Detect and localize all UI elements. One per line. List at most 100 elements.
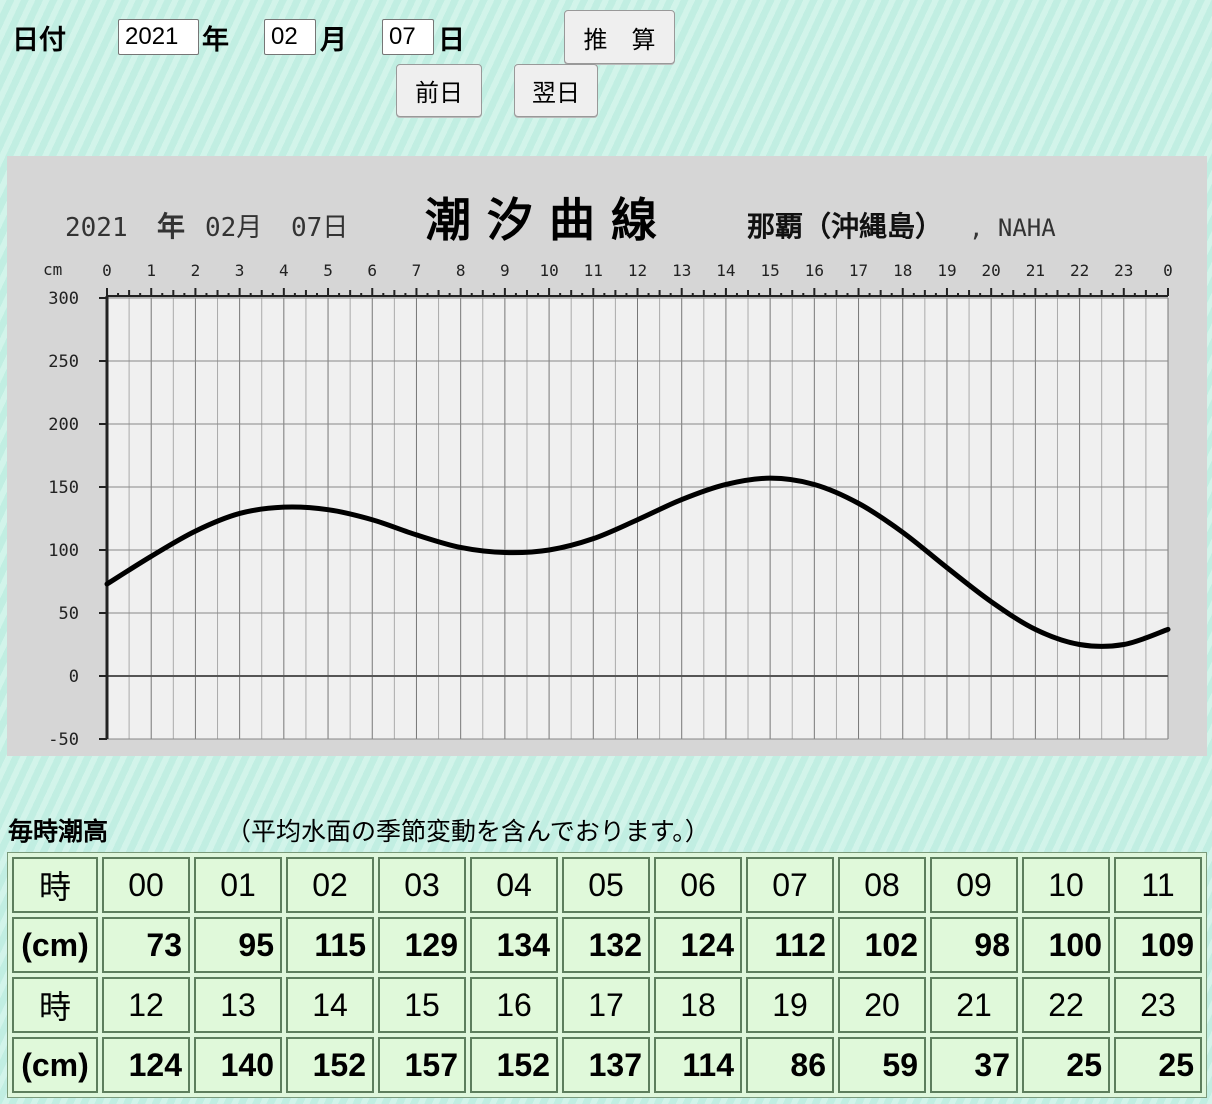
x-tick-label: 13 [672, 261, 691, 280]
hourly-tide-table: 時 00 01 02 03 04 05 06 07 08 09 10 11 (c… [7, 852, 1207, 1098]
hour-cell: 11 [1114, 857, 1202, 913]
day-unit: 日 [438, 25, 465, 56]
x-tick-label: 2 [191, 261, 201, 280]
y-tick-label: 50 [59, 604, 79, 624]
hour-row-header: 時 [12, 977, 98, 1033]
unit-row-header: (cm) [12, 917, 98, 973]
chart-date-month: 02月 [205, 213, 262, 243]
chart-location-en: , NAHA [969, 214, 1056, 242]
hour-cell: 05 [562, 857, 650, 913]
value-cell: 157 [378, 1037, 466, 1093]
value-cell: 25 [1022, 1037, 1110, 1093]
hour-cell: 00 [102, 857, 190, 913]
hour-row-1: 時 00 01 02 03 04 05 06 07 08 09 10 11 [12, 857, 1202, 913]
x-tick-label: 10 [539, 261, 558, 280]
value-cell: 112 [746, 917, 834, 973]
day-input[interactable] [382, 19, 434, 55]
tide-chart-panel: 2021 年 02月 07日 潮 汐 曲 線 那覇（沖縄島） , NAHA cm… [7, 156, 1207, 756]
hour-cell: 03 [378, 857, 466, 913]
value-cell: 132 [562, 917, 650, 973]
year-unit: 年 [202, 25, 229, 56]
x-tick-label: 6 [367, 261, 377, 280]
chart-location: 那覇（沖縄島） [747, 210, 943, 243]
y-tick-label: 0 [69, 667, 79, 687]
hour-cell: 02 [286, 857, 374, 913]
chart-date-day: 07日 [291, 213, 348, 243]
unit-row-header: (cm) [12, 1037, 98, 1093]
hour-cell: 07 [746, 857, 834, 913]
chart-date-year-unit: 年 [157, 210, 185, 243]
chart-title: 潮 汐 曲 線 [425, 193, 657, 247]
chart-date-year: 2021 [65, 213, 128, 243]
hour-cell: 09 [930, 857, 1018, 913]
hour-cell: 10 [1022, 857, 1110, 913]
value-row-2: (cm) 124 140 152 157 152 137 114 86 59 3… [12, 1037, 1202, 1093]
hourly-tide-title: 毎時潮高 [8, 817, 109, 846]
hour-cell: 15 [378, 977, 466, 1033]
hour-cell: 08 [838, 857, 926, 913]
y-unit-label: cm [43, 260, 62, 279]
x-tick-label: 5 [323, 261, 333, 280]
value-row-1: (cm) 73 95 115 129 134 132 124 112 102 9… [12, 917, 1202, 973]
x-tick-label: 9 [500, 261, 510, 280]
hour-row-header: 時 [12, 857, 98, 913]
x-tick-label: 7 [412, 261, 422, 280]
value-cell: 109 [1114, 917, 1202, 973]
x-tick-label: 8 [456, 261, 466, 280]
value-cell: 86 [746, 1037, 834, 1093]
y-tick-label: 150 [48, 478, 79, 498]
value-cell: 124 [654, 917, 742, 973]
value-cell: 114 [654, 1037, 742, 1093]
tide-chart: 2021 年 02月 07日 潮 汐 曲 線 那覇（沖縄島） , NAHA cm… [7, 156, 1207, 756]
x-tick-label: 0 [102, 261, 112, 280]
x-tick-label: 16 [805, 261, 824, 280]
hour-cell: 04 [470, 857, 558, 913]
x-tick-label: 17 [849, 261, 868, 280]
y-tick-label: 250 [48, 352, 79, 372]
value-cell: 37 [930, 1037, 1018, 1093]
hour-cell: 21 [930, 977, 1018, 1033]
value-cell: 124 [102, 1037, 190, 1093]
hour-cell: 13 [194, 977, 282, 1033]
y-tick-label: 200 [48, 415, 79, 435]
value-cell: 129 [378, 917, 466, 973]
x-tick-label: 0 [1163, 261, 1173, 280]
previous-day-button[interactable]: 前日 [396, 64, 482, 117]
value-cell: 115 [286, 917, 374, 973]
x-tick-label: 23 [1114, 261, 1133, 280]
x-tick-label: 18 [893, 261, 912, 280]
hour-cell: 19 [746, 977, 834, 1033]
value-cell: 137 [562, 1037, 650, 1093]
value-cell: 134 [470, 917, 558, 973]
x-tick-label: 4 [279, 261, 289, 280]
x-tick-label: 15 [760, 261, 779, 280]
y-tick-label: 100 [48, 541, 79, 561]
month-unit: 月 [320, 25, 347, 56]
month-input[interactable] [264, 19, 316, 55]
value-cell: 95 [194, 917, 282, 973]
x-tick-label: 14 [716, 261, 735, 280]
x-tick-label: 12 [628, 261, 647, 280]
value-cell: 59 [838, 1037, 926, 1093]
hour-cell: 20 [838, 977, 926, 1033]
x-tick-label: 19 [937, 261, 956, 280]
value-cell: 152 [286, 1037, 374, 1093]
value-cell: 140 [194, 1037, 282, 1093]
x-tick-label: 20 [982, 261, 1001, 280]
calculate-button[interactable]: 推 算 [564, 10, 675, 64]
x-tick-label: 22 [1070, 261, 1089, 280]
hour-cell: 23 [1114, 977, 1202, 1033]
hour-cell: 18 [654, 977, 742, 1033]
next-day-button[interactable]: 翌日 [514, 64, 598, 117]
x-tick-label: 1 [146, 261, 156, 280]
value-cell: 102 [838, 917, 926, 973]
value-cell: 152 [470, 1037, 558, 1093]
hour-row-2: 時 12 13 14 15 16 17 18 19 20 21 22 23 [12, 977, 1202, 1033]
year-input[interactable] [118, 19, 199, 55]
value-cell: 100 [1022, 917, 1110, 973]
hour-cell: 12 [102, 977, 190, 1033]
x-tick-label: 11 [584, 261, 603, 280]
hour-cell: 06 [654, 857, 742, 913]
y-tick-label: 300 [48, 289, 79, 309]
hour-cell: 16 [470, 977, 558, 1033]
